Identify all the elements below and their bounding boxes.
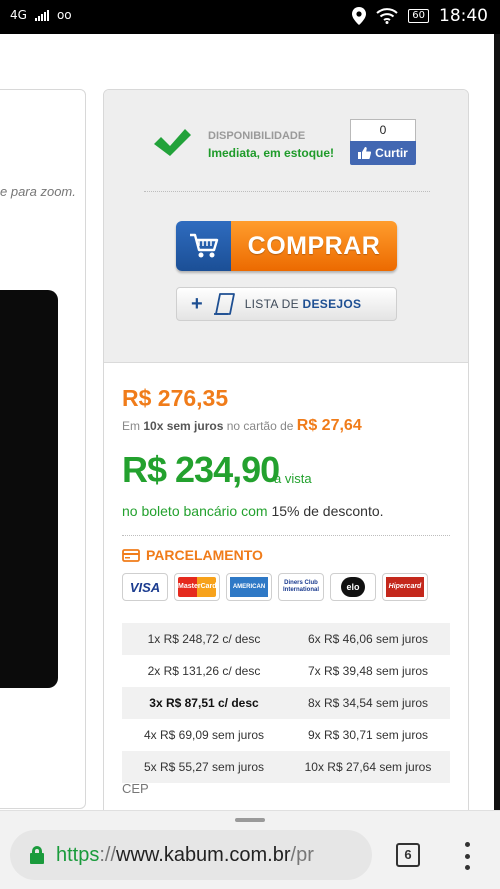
installment-summary: Em 10x sem juros no cartão de R$ 27,64 [122, 417, 362, 434]
wishlist-label: LISTA DE DESEJOS [244, 297, 362, 311]
facebook-like-widget[interactable]: 0 Curtir [350, 119, 416, 166]
zoom-hint: e para zoom. [0, 184, 76, 199]
clock: 18:40 [439, 6, 488, 26]
product-image[interactable] [0, 290, 58, 688]
installment-cell: 7x R$ 39,48 sem juros [307, 664, 429, 678]
buy-box: DISPONIBILIDADE Imediata, em estoque! 0 … [104, 90, 468, 363]
cash-price: R$ 234,90 [122, 449, 280, 490]
installment-cell-highlight: 3x R$ 87,51 c/ desc [149, 696, 259, 710]
buy-button-label: COMPRAR [231, 221, 397, 271]
parcelamento-title: PARCELAMENTO [146, 547, 263, 563]
cash-label: à vista [274, 471, 312, 486]
plus-icon: + [191, 293, 203, 315]
amex-logo: AMERICAN EXPRESS [226, 573, 272, 601]
boleto-discount-note: no boleto bancário com 15% de desconto. [122, 503, 384, 519]
wifi-icon [376, 8, 398, 24]
parcelamento-heading: PARCELAMENTO [122, 547, 263, 563]
installment-cell: 6x R$ 46,06 sem juros [307, 632, 429, 646]
like-button[interactable]: Curtir [350, 141, 416, 165]
price: R$ 276,35 [122, 385, 229, 411]
table-row: 5x R$ 55,27 sem juros 10x R$ 27,64 sem j… [122, 751, 450, 783]
drag-handle[interactable] [235, 818, 265, 822]
table-row: 3x R$ 87,51 c/ desc 8x R$ 34,54 sem juro… [122, 687, 450, 719]
location-icon [352, 7, 367, 25]
status-bar: 4G oo 60 18:40 [0, 0, 500, 34]
installment-cell: 5x R$ 55,27 sem juros [143, 760, 265, 774]
browser-toolbar: https://www.kabum.com.br/pr 6 [0, 810, 500, 889]
address-bar[interactable]: https://www.kabum.com.br/pr [10, 830, 372, 880]
like-label: Curtir [375, 146, 408, 160]
status-right: 60 18:40 [352, 6, 488, 26]
card-logos: VISA MasterCard AMERICAN EXPRESS Diners … [122, 573, 428, 601]
diners-logo: Diners Club International [278, 573, 324, 601]
visa-logo: VISA [122, 573, 168, 601]
elo-logo: elo [330, 573, 376, 601]
network-type: 4G [10, 8, 27, 22]
mastercard-logo: MasterCard [174, 573, 220, 601]
availability-value: Imediata, em estoque! [208, 146, 335, 160]
battery-icon: 60 [408, 9, 429, 23]
signal-icon [34, 9, 49, 21]
cart-icon [189, 233, 218, 258]
table-row: 2x R$ 131,26 c/ desc 7x R$ 39,48 sem jur… [122, 655, 450, 687]
installment-cell: 2x R$ 131,26 c/ desc [147, 664, 261, 678]
tab-switcher-button[interactable]: 6 [396, 843, 420, 867]
check-icon [154, 129, 191, 156]
availability-label: DISPONIBILIDADE [208, 130, 306, 142]
voicemail-icon: oo [56, 8, 72, 22]
hipercard-logo: Hipercard [382, 573, 428, 601]
divider [122, 535, 450, 536]
installment-cell: 8x R$ 34,54 sem juros [307, 696, 429, 710]
table-row: 4x R$ 69,09 sem juros 9x R$ 30,71 sem ju… [122, 719, 450, 751]
table-row: 1x R$ 248,72 c/ desc 6x R$ 46,06 sem jur… [122, 623, 450, 655]
like-count: 0 [350, 119, 416, 141]
wishlist-button[interactable]: + LISTA DE DESEJOS [176, 287, 397, 321]
url-text: https://www.kabum.com.br/pr [56, 843, 314, 866]
thumbs-up-icon [358, 147, 372, 159]
list-icon [213, 293, 235, 315]
divider [144, 191, 430, 192]
installment-cell: 1x R$ 248,72 c/ desc [147, 632, 261, 646]
purchase-panel: DISPONIBILIDADE Imediata, em estoque! 0 … [103, 89, 469, 810]
page-edge [494, 34, 500, 810]
phone-screen: 4G oo 60 18:40 e para zoom. DISPONIBILID… [0, 0, 500, 889]
buy-button[interactable]: COMPRAR [176, 221, 397, 271]
credit-card-icon [122, 548, 140, 562]
installment-cell: 9x R$ 30,71 sem juros [307, 728, 429, 742]
overflow-menu-icon[interactable] [462, 842, 472, 870]
lock-icon [30, 846, 44, 864]
cep-label: CEP [122, 781, 149, 796]
installment-value: R$ 27,64 [296, 417, 362, 434]
cart-icon-area [176, 221, 231, 271]
status-left: 4G oo [10, 8, 72, 22]
installment-cell: 10x R$ 27,64 sem juros [304, 760, 432, 774]
installment-table: 1x R$ 248,72 c/ desc 6x R$ 46,06 sem jur… [122, 623, 450, 783]
installment-cell: 4x R$ 69,09 sem juros [143, 728, 265, 742]
web-page: e para zoom. DISPONIBILIDADE Imediata, e… [0, 34, 500, 810]
